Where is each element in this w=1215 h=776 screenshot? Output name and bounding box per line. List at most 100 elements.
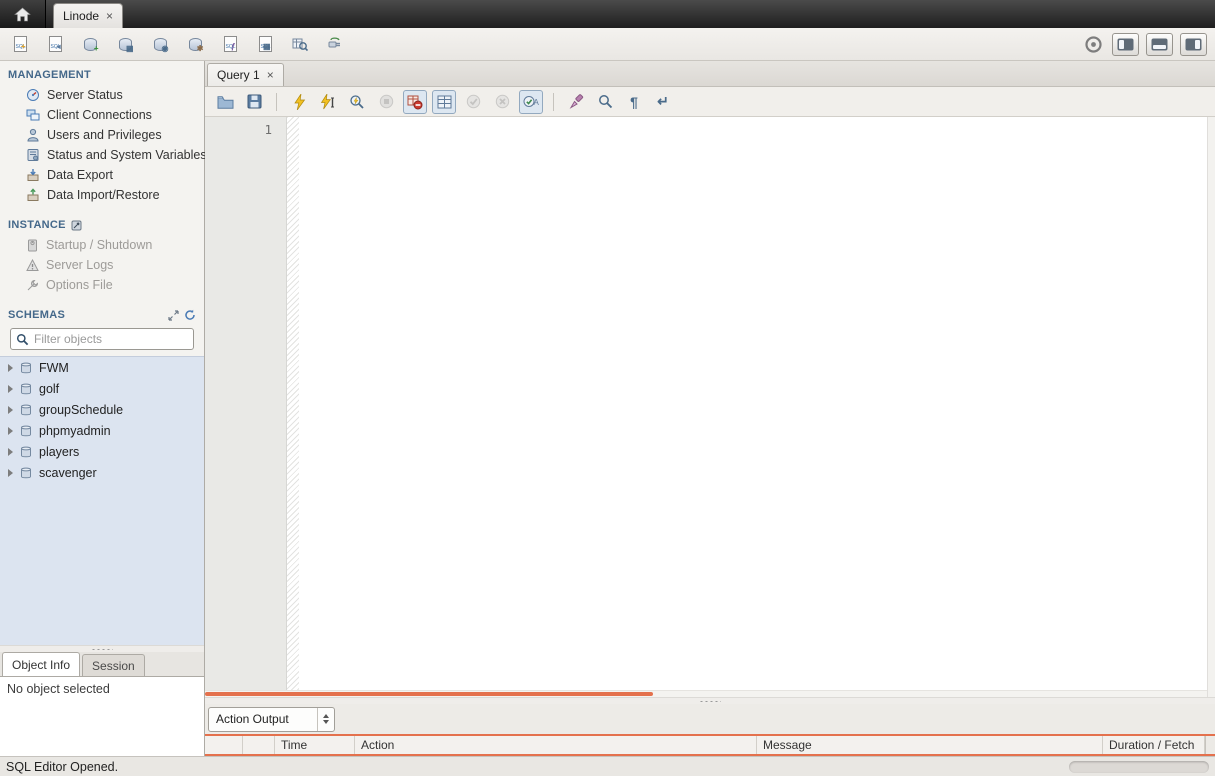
sidebar-splitter[interactable] xyxy=(0,645,204,652)
output-toolbar: Action Output xyxy=(205,704,1215,734)
instance-section-header: INSTANCE xyxy=(0,205,204,235)
sidebar-item-users-privileges[interactable]: Users and Privileges xyxy=(0,125,204,145)
stop-on-error-toggle-button[interactable] xyxy=(403,89,427,114)
schema-icon xyxy=(19,382,33,396)
output-col-message[interactable]: Message xyxy=(757,736,1103,754)
expander-icon[interactable] xyxy=(8,468,13,477)
query-tab-label: Query 1 xyxy=(217,68,260,82)
sidebar-item-data-export[interactable]: Data Export xyxy=(0,165,204,185)
output-col-index[interactable] xyxy=(205,736,243,754)
expander-icon[interactable] xyxy=(8,384,13,393)
create-view-button[interactable]: ◉ xyxy=(148,32,172,56)
sidebar-item-server-status[interactable]: Server Status xyxy=(0,85,204,105)
sidebar-item-startup-shutdown[interactable]: Startup / Shutdown xyxy=(0,235,204,255)
sidebar-item-status-system-variables[interactable]: Status and System Variables xyxy=(0,145,207,165)
open-sql-script-button[interactable]: SQL ◂ xyxy=(43,32,67,56)
execute-button[interactable] xyxy=(287,90,311,114)
execute-current-statement-button[interactable] xyxy=(316,90,340,114)
tab-object-info[interactable]: Object Info xyxy=(2,652,81,676)
sidebar-item-label: Server Status xyxy=(47,88,123,102)
connection-tabbar: Linode × xyxy=(0,0,1215,28)
management-section-header: MANAGEMENT xyxy=(0,61,204,85)
schema-list: FWM golf groupSchedule phpmyadmin player… xyxy=(0,356,204,645)
schema-row-fwm[interactable]: FWM xyxy=(0,357,204,378)
editor-vertical-scrollbar[interactable] xyxy=(1207,117,1215,697)
find-button[interactable] xyxy=(593,90,617,114)
invisible-chars-toggle-button[interactable]: ¶ xyxy=(622,90,646,114)
client-connections-icon xyxy=(26,108,40,122)
schema-row-groupschedule[interactable]: groupSchedule xyxy=(0,399,204,420)
output-type-select[interactable]: Action Output xyxy=(208,706,335,732)
close-icon[interactable]: × xyxy=(106,10,113,22)
refresh-schemas-icon[interactable] xyxy=(184,309,196,321)
output-col-duration[interactable]: Duration / Fetch xyxy=(1103,736,1205,754)
status-message: SQL Editor Opened. xyxy=(6,759,119,774)
output-scrollbar[interactable] xyxy=(1205,736,1215,754)
beautify-button[interactable] xyxy=(564,90,588,114)
limit-rows-toggle-button[interactable] xyxy=(432,89,456,114)
schema-row-players[interactable]: players xyxy=(0,441,204,462)
expand-schemas-icon[interactable] xyxy=(168,309,179,321)
expander-icon[interactable] xyxy=(8,426,13,435)
sidebar-item-label: Status and System Variables xyxy=(47,148,207,162)
statusbar: SQL Editor Opened. xyxy=(0,756,1215,776)
wrap-text-toggle-button[interactable]: ↵ xyxy=(651,90,675,114)
connection-tab-linode[interactable]: Linode × xyxy=(53,3,124,28)
schemas-section-title: SCHEMAS xyxy=(8,309,66,321)
schema-row-golf[interactable]: golf xyxy=(0,378,204,399)
fold-margin xyxy=(287,117,299,697)
output-col-status[interactable] xyxy=(243,736,275,754)
expander-icon[interactable] xyxy=(8,363,13,372)
schema-row-phpmyadmin[interactable]: phpmyadmin xyxy=(0,420,204,441)
schema-name: phpmyadmin xyxy=(39,423,111,438)
sql-code-area[interactable] xyxy=(299,117,1207,697)
sidebar-item-options-file[interactable]: Options File xyxy=(0,275,204,295)
create-schema-button[interactable]: + xyxy=(78,32,102,56)
toggle-output-area-button[interactable] xyxy=(1146,32,1173,56)
output-splitter[interactable] xyxy=(205,697,1215,704)
schema-name: golf xyxy=(39,381,60,396)
reconnect-dbms-button[interactable] xyxy=(323,32,347,56)
output-col-action[interactable]: Action xyxy=(355,736,757,754)
tab-session[interactable]: Session xyxy=(82,654,145,676)
home-icon xyxy=(14,7,31,22)
home-tab[interactable] xyxy=(0,0,46,28)
create-procedure-button[interactable]: ✱ xyxy=(183,32,207,56)
expander-icon[interactable] xyxy=(8,447,13,456)
editor-horizontal-scrollbar-thumb[interactable] xyxy=(205,692,653,696)
tab-query-1[interactable]: Query 1 × xyxy=(207,63,284,86)
sidebar-item-data-import[interactable]: Data Import/Restore xyxy=(0,185,204,205)
open-sql-file-button[interactable] xyxy=(213,90,237,114)
new-script-button[interactable]: SQL ▦ xyxy=(253,32,277,56)
commit-button[interactable] xyxy=(461,90,485,114)
schema-icon xyxy=(19,466,33,480)
toggle-right-sidebar-button[interactable] xyxy=(1180,32,1207,56)
schema-row-scavenger[interactable]: scavenger xyxy=(0,462,204,483)
autocommit-toggle-button[interactable]: A xyxy=(519,89,543,114)
output-col-time[interactable]: Time xyxy=(275,736,355,754)
expander-icon[interactable] xyxy=(8,405,13,414)
management-section-title: MANAGEMENT xyxy=(8,69,92,81)
sidebar-bottom-tabs: Object Info Session xyxy=(0,652,204,676)
create-table-button[interactable]: ▦ xyxy=(113,32,137,56)
options-file-icon xyxy=(26,279,39,292)
search-table-data-button[interactable] xyxy=(288,32,312,56)
save-button[interactable] xyxy=(242,90,266,114)
rollback-button[interactable] xyxy=(490,90,514,114)
sidebar-item-client-connections[interactable]: Client Connections xyxy=(0,105,204,125)
close-icon[interactable]: × xyxy=(267,69,274,81)
mysql-workbench-window: Linode × SQL+ SQL◂ + ▦ ◉ ✱ SQLƒ SQL▦ xyxy=(0,0,1215,776)
sidebar-item-server-logs[interactable]: Server Logs xyxy=(0,255,204,275)
sidebar-item-label: Options File xyxy=(46,278,113,292)
sidebar-item-label: Startup / Shutdown xyxy=(46,238,153,252)
new-query-tab-button[interactable]: SQL + xyxy=(8,32,32,56)
toggle-left-sidebar-button[interactable] xyxy=(1112,32,1139,56)
combo-spinner-icon[interactable] xyxy=(317,707,334,731)
schema-filter-input[interactable] xyxy=(34,332,189,346)
explain-button[interactable] xyxy=(345,90,369,114)
sql-editor-toolbar: A ¶ ↵ xyxy=(205,87,1215,117)
stop-button[interactable] xyxy=(374,90,398,114)
schema-name: players xyxy=(39,444,80,459)
create-function-button[interactable]: SQL ƒ xyxy=(218,32,242,56)
schema-icon xyxy=(19,361,33,375)
